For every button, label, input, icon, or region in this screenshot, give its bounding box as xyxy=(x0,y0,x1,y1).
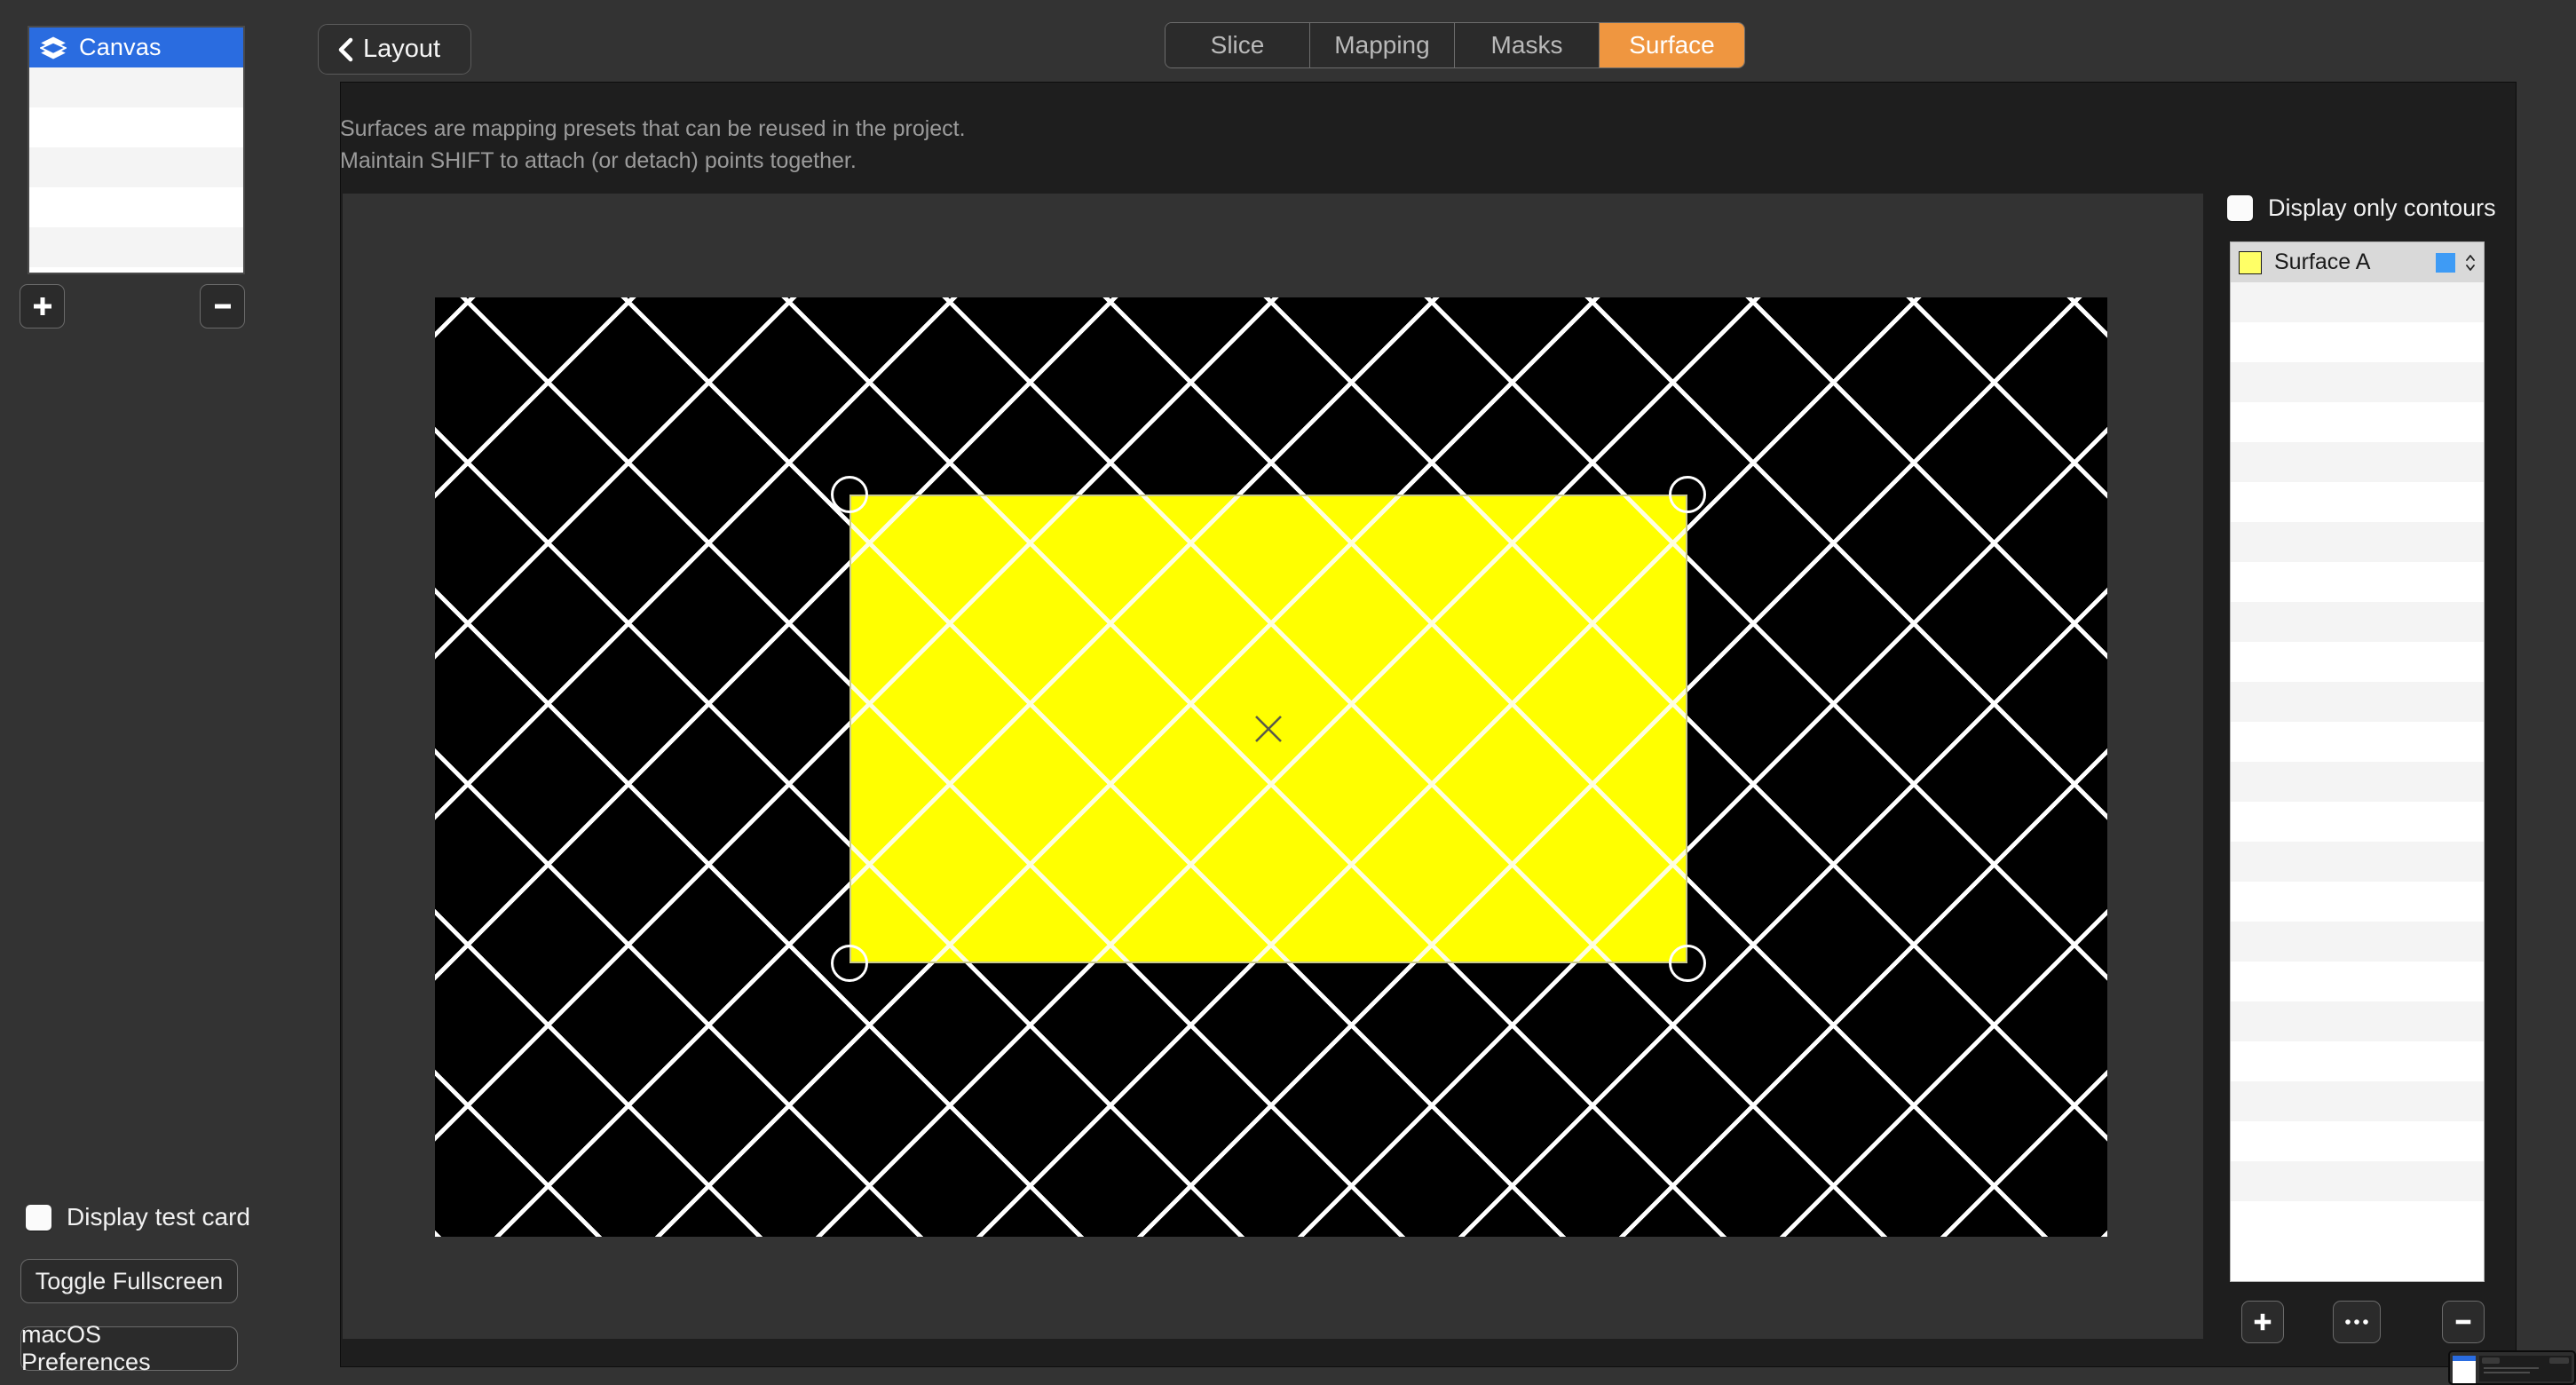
surface-list-empty-row[interactable] xyxy=(2231,762,2484,802)
window-preview-thumbnail[interactable] xyxy=(2448,1350,2576,1385)
surface-list-item-surface-a[interactable]: Surface A xyxy=(2231,242,2484,282)
ellipsis-icon xyxy=(2345,1319,2368,1325)
mode-tabs[interactable]: Slice Mapping Masks Surface xyxy=(1165,22,1745,68)
surface-list-empty-row[interactable] xyxy=(2231,802,2484,842)
surface-list-empty-row[interactable] xyxy=(2231,962,2484,1001)
surface-list-empty-row[interactable] xyxy=(2231,362,2484,402)
surface-list-empty-row[interactable] xyxy=(2231,1121,2484,1161)
surface-list-empty-row[interactable] xyxy=(2231,322,2484,362)
back-to-layout-button[interactable]: Layout xyxy=(318,24,471,75)
surface-list-empty-row[interactable] xyxy=(2231,562,2484,602)
canvas-list-item-canvas[interactable]: Canvas xyxy=(29,28,243,67)
add-canvas-button[interactable] xyxy=(20,284,65,328)
stepper-up-down-icon[interactable] xyxy=(2464,251,2477,274)
display-only-contours-checkbox[interactable]: Display only contours xyxy=(2227,194,2496,222)
surface-options-button[interactable] xyxy=(2333,1301,2381,1343)
left-sidebar: Canvas Display test card Toggle Fullscre… xyxy=(0,0,309,1385)
surface-list-empty-row[interactable] xyxy=(2231,1161,2484,1201)
surface-output-chip[interactable] xyxy=(2436,252,2455,273)
surface-list-empty-row[interactable] xyxy=(2231,1041,2484,1081)
canvas-list-empty-row[interactable] xyxy=(29,227,243,267)
surface-quad[interactable] xyxy=(849,495,1687,963)
preview-layout-button xyxy=(2482,1357,2500,1364)
preview-tab xyxy=(2549,1357,2569,1364)
surface-list-empty-row[interactable] xyxy=(2231,402,2484,442)
layout-button-label: Layout xyxy=(363,35,441,63)
corner-handle-bottom-left[interactable] xyxy=(831,945,868,982)
plus-icon xyxy=(33,297,51,315)
description-line-1: Surfaces are mapping presets that can be… xyxy=(340,116,966,141)
canvas-list-empty-row[interactable] xyxy=(29,67,243,107)
surface-list-empty-row[interactable] xyxy=(2231,882,2484,922)
remove-surface-button[interactable] xyxy=(2442,1301,2485,1343)
surface-list-empty-row[interactable] xyxy=(2231,1201,2484,1241)
description-line-2: Maintain SHIFT to attach (or detach) poi… xyxy=(340,147,857,173)
surface-name-label: Surface A xyxy=(2274,249,2371,274)
preview-text-line-2 xyxy=(2484,1372,2530,1373)
surface-list-empty-row[interactable] xyxy=(2231,442,2484,482)
canvas-list-item-label: Canvas xyxy=(79,34,162,60)
corner-handle-bottom-right[interactable] xyxy=(1669,945,1706,982)
tab-surface[interactable]: Surface xyxy=(1600,23,1744,67)
canvas-list-empty-row[interactable] xyxy=(29,267,243,273)
corner-handle-top-left[interactable] xyxy=(831,476,868,513)
corner-handle-top-right[interactable] xyxy=(1669,476,1706,513)
toggle-fullscreen-button[interactable]: Toggle Fullscreen xyxy=(20,1259,238,1303)
canvas-viewport[interactable] xyxy=(343,194,2203,1339)
canvas-list[interactable]: Canvas xyxy=(28,26,245,274)
surface-grid-overlay xyxy=(851,496,1686,962)
macos-preferences-button[interactable]: macOS Preferences xyxy=(20,1321,238,1375)
surface-list-empty-row[interactable] xyxy=(2231,1001,2484,1041)
chevron-left-icon xyxy=(338,37,353,61)
surface-list-empty-row[interactable] xyxy=(2231,922,2484,962)
surface-list[interactable]: Surface A xyxy=(2230,241,2485,1282)
display-test-card-label: Display test card xyxy=(67,1203,250,1231)
surface-color-swatch[interactable] xyxy=(2239,250,2262,274)
display-only-contours-label: Display only contours xyxy=(2268,194,2496,221)
preview-text-line-1 xyxy=(2484,1367,2539,1369)
checkbox-box[interactable] xyxy=(2227,195,2253,221)
panel-description: Surfaces are mapping presets that can be… xyxy=(340,114,1583,177)
surface-list-empty-row[interactable] xyxy=(2231,682,2484,722)
tab-mapping[interactable]: Mapping xyxy=(1310,23,1455,67)
surface-list-empty-row[interactable] xyxy=(2231,642,2484,682)
minus-icon xyxy=(2455,1319,2471,1325)
preview-selected-row xyxy=(2453,1356,2476,1361)
surface-list-empty-row[interactable] xyxy=(2231,602,2484,642)
layers-icon xyxy=(40,36,67,59)
canvas-list-empty-row[interactable] xyxy=(29,187,243,227)
tab-slice[interactable]: Slice xyxy=(1166,23,1310,67)
add-surface-button[interactable] xyxy=(2241,1301,2284,1343)
remove-canvas-button[interactable] xyxy=(200,284,245,328)
surface-list-empty-row[interactable] xyxy=(2231,522,2484,562)
plus-icon xyxy=(2254,1313,2272,1331)
projection-stage[interactable] xyxy=(435,297,2107,1237)
minus-icon xyxy=(214,304,231,309)
surface-list-empty-row[interactable] xyxy=(2231,722,2484,762)
surface-list-empty-row[interactable] xyxy=(2231,482,2484,522)
checkbox-box[interactable] xyxy=(26,1204,51,1231)
app-window: Canvas Display test card Toggle Fullscre… xyxy=(0,0,2576,1385)
surface-list-empty-row[interactable] xyxy=(2231,282,2484,322)
display-test-card-checkbox[interactable]: Display test card xyxy=(26,1203,250,1231)
canvas-list-empty-row[interactable] xyxy=(29,147,243,187)
surface-list-empty-row[interactable] xyxy=(2231,842,2484,882)
surface-list-empty-row[interactable] xyxy=(2231,1081,2484,1121)
canvas-list-empty-row[interactable] xyxy=(29,107,243,147)
tab-masks[interactable]: Masks xyxy=(1455,23,1600,67)
